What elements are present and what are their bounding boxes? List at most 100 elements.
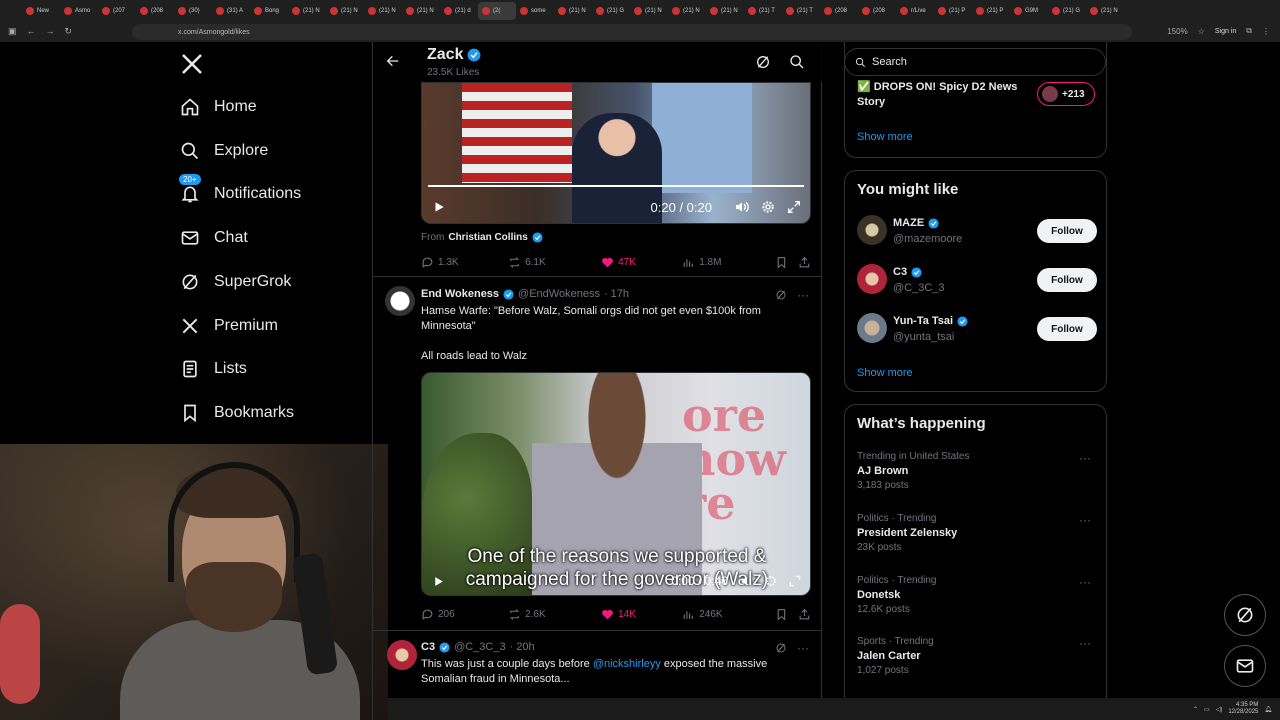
browser-tab[interactable]: G9M — [1010, 2, 1048, 20]
browser-tab[interactable]: (21) P — [972, 2, 1010, 20]
nav-explore[interactable]: Explore — [180, 141, 268, 161]
show-more-link[interactable]: Show more — [857, 131, 913, 143]
nav-supergrok[interactable]: SuperGrok — [180, 272, 291, 292]
follow-suggestion[interactable]: MAZE @mazemoore Follow — [857, 215, 1097, 255]
messages-fab[interactable] — [1224, 645, 1266, 687]
post1-video[interactable]: 0:20 / 0:20 — [421, 82, 811, 224]
browser-tab[interactable]: (21) N — [1086, 2, 1124, 20]
trend-item[interactable]: Trending in United States AJ Brown 3,183… — [857, 451, 1097, 501]
more-icon[interactable]: ··· — [1079, 451, 1091, 465]
post2-video[interactable]: ore now re One of the reasons we support… — [421, 372, 811, 596]
settings-icon[interactable] — [764, 574, 778, 588]
browser-tab[interactable]: (21) N — [668, 2, 706, 20]
like-button[interactable]: 47K — [601, 256, 682, 269]
nav-premium[interactable]: Premium — [180, 316, 278, 336]
post2-avatar[interactable] — [385, 286, 415, 316]
browser-tab[interactable]: (21) T — [744, 2, 782, 20]
trend-top-avatars[interactable]: +213 — [1037, 82, 1095, 106]
grok-icon[interactable] — [755, 54, 771, 70]
tray-chevron-icon[interactable]: ⌃ — [1193, 706, 1198, 713]
browser-tab[interactable]: (21) G — [1048, 2, 1086, 20]
browser-tab[interactable]: (21) N — [402, 2, 440, 20]
post2-handle[interactable]: @EndWokeness — [518, 288, 600, 300]
nav-bookmarks[interactable]: Bookmarks — [180, 403, 294, 423]
grok-fab[interactable] — [1224, 594, 1266, 636]
browser-tab[interactable]: New — [22, 2, 60, 20]
browser-tab[interactable]: (21) N — [554, 2, 592, 20]
volume-icon[interactable]: ◁) — [1216, 706, 1223, 713]
browser-tab[interactable]: (21) N — [326, 2, 364, 20]
post3-avatar[interactable] — [387, 640, 417, 670]
browser-tab[interactable]: r/Live — [896, 2, 934, 20]
follow-button[interactable]: Follow — [1037, 268, 1097, 292]
browser-tab[interactable]: (208 — [858, 2, 896, 20]
share-icon[interactable] — [798, 256, 811, 269]
post3-author[interactable]: C3 — [421, 641, 435, 653]
back-arrow-icon[interactable] — [385, 53, 401, 69]
more-icon[interactable]: ··· — [1079, 636, 1091, 650]
follow-suggestion[interactable]: Yun-Ta Tsai @yunta_tsai Follow — [857, 313, 1097, 353]
follow-button[interactable]: Follow — [1037, 219, 1097, 243]
browser-tab[interactable]: (208 — [136, 2, 174, 20]
nav-lists[interactable]: Lists — [180, 359, 247, 379]
bookmark-icon[interactable] — [775, 256, 788, 269]
browser-tab[interactable]: (21) G — [592, 2, 630, 20]
views-button[interactable]: 246K — [682, 608, 769, 621]
browser-tab[interactable]: (208 — [820, 2, 858, 20]
browser-tab[interactable]: (21) d — [440, 2, 478, 20]
url-input[interactable]: x.com/Asmongold/likes — [132, 24, 1132, 40]
taskbar-clock[interactable]: 4:35 PM 12/28/2025 — [1228, 702, 1258, 716]
sidebar-toggle-icon[interactable]: ▣ — [8, 26, 17, 37]
play-icon[interactable] — [432, 200, 446, 214]
more-icon[interactable]: ··· — [1079, 575, 1091, 589]
browser-tab[interactable]: (207 — [98, 2, 136, 20]
play-icon[interactable] — [432, 575, 445, 588]
share-icon[interactable] — [798, 608, 811, 621]
fullscreen-icon[interactable] — [786, 199, 802, 215]
browser-tab[interactable]: Asmo — [60, 2, 98, 20]
trend-item[interactable]: Politics · Trending Donetsk 12.6K posts … — [857, 575, 1097, 625]
browser-tab[interactable]: (21) N — [364, 2, 402, 20]
back-icon[interactable]: ← — [27, 26, 36, 37]
source-name[interactable]: Christian Collins — [448, 232, 527, 243]
repost-button[interactable]: 6.1K — [508, 256, 601, 269]
reload-icon[interactable]: ↻ — [65, 26, 73, 37]
bookmark-icon[interactable] — [775, 608, 788, 621]
settings-icon[interactable] — [760, 199, 776, 215]
browser-tab[interactable]: (21) N — [630, 2, 668, 20]
search-icon[interactable] — [789, 54, 805, 70]
star-icon[interactable]: ☆ — [1198, 27, 1205, 36]
zoom-level[interactable]: 150% — [1167, 27, 1187, 36]
follow-suggestion[interactable]: C3 @C_3C_3 Follow — [857, 264, 1097, 304]
extensions-icon[interactable]: ⧉ — [1246, 26, 1252, 36]
x-logo-icon[interactable] — [180, 52, 204, 76]
trend-item[interactable]: Politics · Trending President Zelensky 2… — [857, 513, 1097, 563]
volume-icon[interactable] — [734, 199, 750, 215]
video-progress-bar[interactable] — [428, 185, 804, 187]
reply-button[interactable]: 1.3K — [421, 256, 508, 269]
browser-tab[interactable]: some — [516, 2, 554, 20]
post2-author[interactable]: End Wokeness — [421, 288, 499, 300]
nav-chat[interactable]: Chat — [180, 228, 248, 248]
views-button[interactable]: 1.8M — [682, 256, 769, 269]
show-more-link[interactable]: Show more — [857, 367, 913, 379]
browser-tab[interactable]: Bong — [250, 2, 288, 20]
nav-notifications[interactable]: 20+ Notifications — [178, 173, 301, 204]
notification-bell-icon[interactable]: 🔔︎ — [1264, 706, 1272, 713]
browser-tab[interactable]: (21) N — [706, 2, 744, 20]
menu-icon[interactable]: ⋮ — [1262, 27, 1270, 36]
display-icon[interactable]: ▭ — [1204, 706, 1210, 713]
grok-icon[interactable] — [775, 289, 787, 301]
grok-icon[interactable] — [775, 642, 787, 654]
nav-home[interactable]: Home — [180, 97, 257, 117]
like-button[interactable]: 14K — [601, 608, 682, 621]
browser-tab[interactable]: (21) N — [288, 2, 326, 20]
more-icon[interactable]: ··· — [1079, 513, 1091, 527]
volume-icon[interactable] — [740, 574, 754, 588]
follow-button[interactable]: Follow — [1037, 317, 1097, 341]
forward-icon[interactable]: → — [46, 26, 55, 37]
fullscreen-icon[interactable] — [788, 574, 802, 588]
browser-tab[interactable]: (30) — [174, 2, 212, 20]
post3-handle[interactable]: @C_3C_3 — [454, 641, 506, 653]
trend-item[interactable]: Sports · Trending Jalen Carter 1,027 pos… — [857, 636, 1097, 686]
